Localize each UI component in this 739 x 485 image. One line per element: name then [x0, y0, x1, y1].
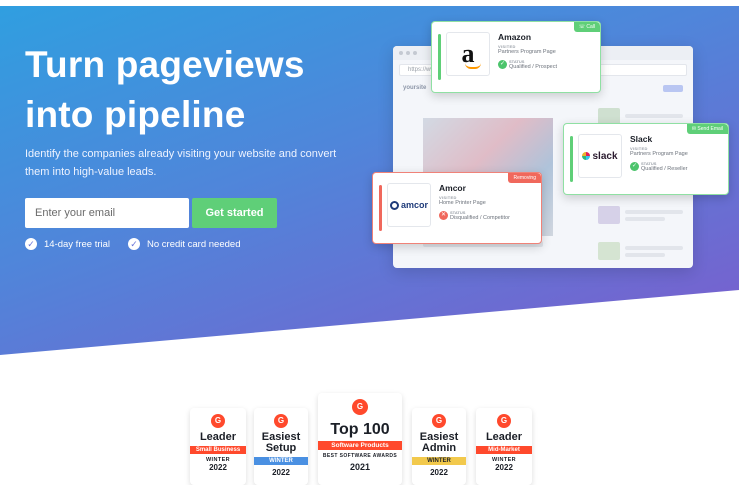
badge-band: Mid-Market: [476, 446, 532, 454]
status-value: Qualified / Prospect: [509, 64, 557, 70]
card-accent: [379, 185, 382, 231]
check-circle-icon: ✓: [25, 238, 37, 250]
hero-subtitle: Identify the companies already visiting …: [25, 148, 337, 178]
perk-label: No credit card needed: [147, 238, 241, 250]
get-started-button[interactable]: Get started: [192, 198, 277, 228]
badge-title: Leader: [485, 431, 523, 443]
g2-badge-easiest-setup: G Easiest Setup WINTER 2022: [254, 408, 308, 485]
card-accent: [438, 34, 441, 80]
nav-button: [663, 84, 683, 92]
g2-badge-easiest-admin: G Easiest Admin WINTER 2022: [412, 408, 466, 485]
close-circle-icon: ✕: [439, 211, 448, 220]
placeholder-text-line: [625, 114, 683, 118]
company-card-slack[interactable]: ✉ Send Email slack Slack VISITED Partner…: [563, 123, 729, 195]
badge-year: 2021: [349, 462, 371, 472]
top-strip: [0, 0, 739, 6]
amazon-logo: a: [446, 32, 490, 76]
g2-logo-icon: G: [211, 414, 225, 428]
company-name: Amcor: [439, 183, 466, 193]
badge-title: Leader: [199, 431, 237, 443]
amcor-mark-icon: [389, 200, 399, 210]
placeholder-text-line: [625, 246, 683, 250]
card-action-tag[interactable]: ✉ Send Email: [686, 124, 728, 134]
perk-free-trial: ✓ 14-day free trial: [25, 237, 110, 251]
badge-title-line2: Admin: [421, 442, 457, 454]
badge-year: 2022: [209, 463, 227, 472]
g2-badge-leader-small-business: G Leader Small Business WINTER 2022: [190, 408, 246, 485]
card-action-tag[interactable]: ☏ Call: [573, 22, 600, 32]
g2-logo-icon: G: [432, 414, 446, 428]
email-field[interactable]: [25, 198, 189, 228]
g2-logo-icon: G: [274, 414, 288, 428]
status-value: Disqualified / Competitor: [450, 215, 510, 221]
slack-logo: slack: [578, 134, 622, 178]
badge-band: Small Business: [190, 446, 246, 454]
slack-mark-icon: [582, 152, 591, 160]
g2-logo-icon: G: [352, 399, 368, 415]
badge-band: WINTER: [254, 457, 308, 465]
check-circle-icon: ✓: [128, 238, 140, 250]
badge-year: 2022: [272, 468, 290, 477]
company-name: Amazon: [498, 32, 532, 42]
card-accent: [570, 136, 573, 182]
thumbnail: [598, 242, 620, 260]
status-value: Qualified / Reseller: [641, 166, 688, 172]
perk-label: 14-day free trial: [44, 238, 111, 250]
badge-title: Top 100: [330, 421, 390, 438]
g2-badge-leader-mid-market: G Leader Mid-Market WINTER 2022: [476, 408, 532, 485]
g2-badge-top-100: G Top 100 Software Products BEST SOFTWAR…: [318, 393, 402, 485]
badge-band: Software Products: [318, 441, 402, 450]
site-logo: yoursite: [403, 85, 427, 91]
placeholder-text-line: [625, 210, 683, 214]
page-headline: Turn pageviews into pipeline: [25, 44, 305, 135]
company-card-amazon[interactable]: ☏ Call a Amazon VISITED Partners Program…: [431, 21, 601, 93]
g2-logo-icon: G: [497, 414, 511, 428]
company-card-amcor[interactable]: Removing amcor Amcor VISITED Home Printe…: [372, 172, 542, 244]
badge-subtitle: BEST SOFTWARE AWARDS: [322, 453, 398, 459]
thumbnail: [598, 206, 620, 224]
card-action-tag[interactable]: Removing: [508, 173, 541, 183]
badge-year: 2022: [430, 468, 448, 477]
perk-no-card: ✓ No credit card needed: [128, 237, 240, 251]
visited-page: Home Printer Page: [439, 200, 486, 206]
placeholder-text-line: [625, 253, 665, 257]
placeholder-text-line: [625, 217, 665, 221]
visited-page: Partners Program Page: [630, 151, 688, 157]
check-circle-icon: ✓: [630, 162, 639, 171]
amcor-logo: amcor: [387, 183, 431, 227]
company-name: Slack: [630, 134, 653, 144]
visited-page: Partners Program Page: [498, 49, 556, 55]
badge-year: 2022: [495, 463, 513, 472]
check-circle-icon: ✓: [498, 60, 507, 69]
badge-title-line2: Setup: [265, 442, 297, 454]
badge-band: WINTER: [412, 457, 466, 465]
